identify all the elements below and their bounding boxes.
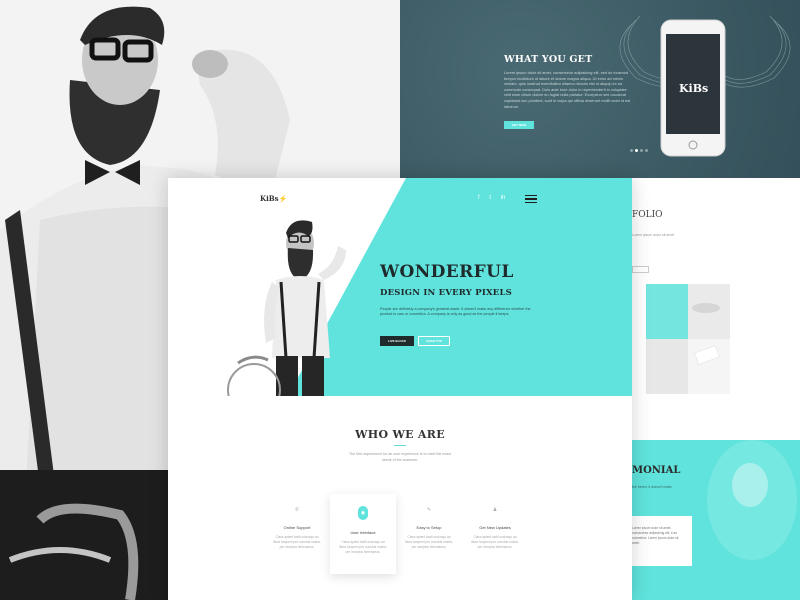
feature-desc: Class aptent taciti sociosqu ad litora t… [273,535,321,549]
section-divider [394,445,406,446]
facebook-icon[interactable]: f [478,195,480,201]
phone-logo: KiBs [679,82,709,95]
hero-slide-panel: WHAT YOU GET Lorem ipsum dolor sit amet,… [400,0,800,178]
slider-dot[interactable] [630,149,633,152]
portfolio-filter-tag[interactable] [632,266,649,273]
slide-title: WHAT YOU GET [504,54,593,65]
slider-dot[interactable] [640,149,643,152]
slider-pagination[interactable] [630,139,650,157]
hero-primary-button[interactable]: LIVE BLOCK [380,336,414,346]
landing-page-preview: KiBs⚡ f t in WONDERFUL DESIGN IN EVERY P… [168,178,632,600]
feature-card-user-interface[interactable]: ◉ User Interface Class aptent taciti soc… [330,494,396,574]
who-we-are-section: WHO WE ARE The first requirement for an … [168,396,632,600]
setup-icon: ✎ [426,507,432,513]
slide-text: Lorem ipsum dolor sit amet, consectetur … [504,70,631,109]
portfolio-section: FOLIO Lorem ipsum dolor sit amet [632,178,800,440]
slider-dot[interactable] [635,149,638,152]
feature-desc: Class aptent taciti sociosqu ad litora t… [339,540,387,554]
feature-title: User Interface [350,530,376,535]
hero-secondary-button[interactable]: GRAB TOP [418,336,450,346]
section-text: The first requirement for an user experi… [348,452,452,462]
portfolio-title: FOLIO [632,210,663,220]
section-title: WHO WE ARE [355,428,445,441]
hero-title: WONDERFUL [380,262,514,282]
testimonial-title: MONIAL [632,465,681,476]
slider-dot[interactable] [645,149,648,152]
features-list: ✆ Online Support Class aptent taciti soc… [264,494,540,574]
hero-subtitle: DESIGN IN EVERY PIXELS [380,288,512,298]
get-now-button[interactable]: GET NOW [504,121,534,129]
hero-section: KiBs⚡ f t in WONDERFUL DESIGN IN EVERY P… [168,178,632,396]
hero-text: People are definitely a company's greate… [380,307,531,317]
hero-background [227,178,632,396]
testimonial-card-text: Lorem ipsum dolor sit amet, consectetur … [632,526,679,545]
feature-card-easy-setup[interactable]: ✎ Easy to Setup Class aptent taciti soci… [396,494,462,574]
feature-card-online-support[interactable]: ✆ Online Support Class aptent taciti soc… [264,494,330,574]
feature-title: Easy to Setup [416,525,442,530]
feature-card-new-updates[interactable]: ♟ Get New Updates Class aptent taciti so… [462,494,528,574]
headset-icon: ✆ [294,507,300,513]
logo-bolt-icon: ⚡ [278,194,288,203]
hamburger-icon[interactable] [525,195,537,203]
feature-desc: Class aptent taciti sociosqu ad litora t… [471,535,519,549]
feature-title: Get New Updates [479,525,511,530]
site-logo[interactable]: KiBs⚡ [260,194,287,203]
feature-desc: Class aptent taciti sociosqu ad litora t… [405,535,453,549]
feature-title: Online Support [283,525,311,530]
testimonial-subtitle: the lorem, it doesn't make [632,485,672,489]
portfolio-subtitle: Lorem ipsum dolor sit amet [632,233,675,237]
updates-icon: ♟ [492,507,498,513]
portfolio-grid[interactable] [646,284,730,394]
twitter-icon[interactable]: t [489,195,491,201]
interface-icon: ◉ [358,506,368,520]
social-links: f t in [478,195,513,201]
linkedin-icon[interactable]: in [501,195,506,201]
testimonial-section: MONIAL the lorem, it doesn't make Lorem … [632,440,800,600]
